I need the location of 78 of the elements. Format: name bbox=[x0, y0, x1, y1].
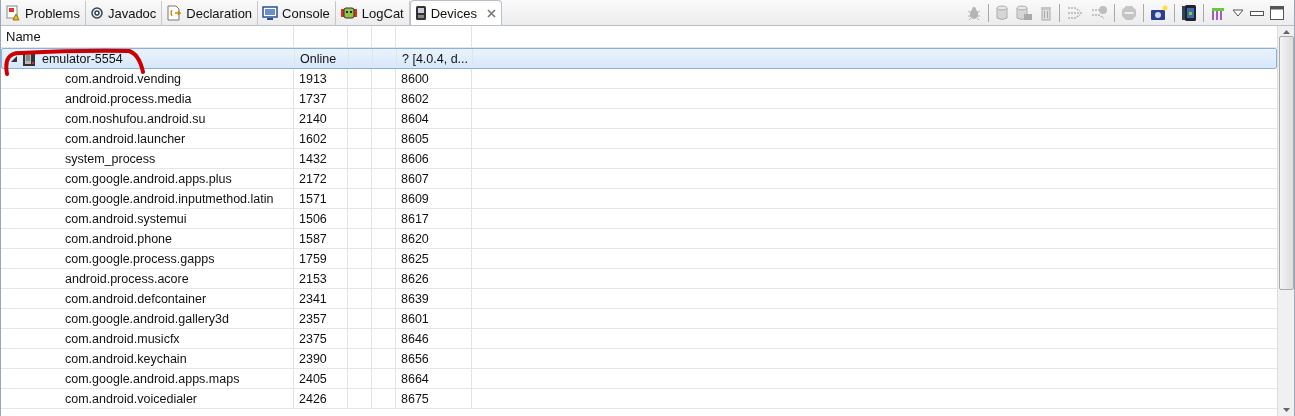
table-cell: 8620 bbox=[396, 229, 472, 248]
table-cell: com.android.launcher bbox=[65, 131, 186, 146]
device-row[interactable]: emulator-5554 Online ? [4.0.4, d... bbox=[1, 48, 1277, 69]
table-cell: com.android.vending bbox=[65, 71, 182, 86]
maximize-icon[interactable] bbox=[1270, 5, 1284, 20]
table-cell: ? [4.0.4, d... bbox=[397, 49, 473, 68]
table-cell: 8646 bbox=[396, 329, 472, 348]
view-tab[interactable]: Devices bbox=[409, 0, 502, 25]
table-cell: com.android.defcontainer bbox=[65, 291, 207, 306]
dropdown-icon[interactable] bbox=[1232, 7, 1244, 18]
table-cell: 8601 bbox=[396, 309, 472, 328]
table-cell: com.noshufou.android.su bbox=[65, 111, 206, 126]
table-cell: 8606 bbox=[396, 149, 472, 168]
table-cell: 1913 bbox=[294, 69, 348, 88]
device-name: emulator-5554 bbox=[42, 51, 123, 66]
table-cell: 2426 bbox=[294, 389, 348, 408]
scrollbar-thumb[interactable] bbox=[1278, 36, 1294, 290]
table-cell: com.google.android.apps.maps bbox=[65, 371, 240, 386]
table-cell: android.process.media bbox=[65, 91, 192, 106]
table-cell: 1737 bbox=[294, 89, 348, 108]
table-cell: 1432 bbox=[294, 149, 348, 168]
scroll-down-icon[interactable] bbox=[1282, 408, 1290, 412]
table-cell: 1571 bbox=[294, 189, 348, 208]
table-cell: 8656 bbox=[396, 349, 472, 368]
table-cell: 2153 bbox=[294, 269, 348, 288]
table-cell: 1759 bbox=[294, 249, 348, 268]
table-cell: 8617 bbox=[396, 209, 472, 228]
close-icon[interactable] bbox=[487, 8, 496, 18]
table-cell: 8626 bbox=[396, 269, 472, 288]
table-cell: com.android.voicedialer bbox=[65, 391, 197, 406]
table-cell: 8609 bbox=[396, 189, 472, 208]
table-cell: 1587 bbox=[294, 229, 348, 248]
table-cell: Online bbox=[295, 49, 349, 68]
view-tab[interactable]: Javadoc bbox=[85, 1, 163, 25]
table-cell: 8605 bbox=[396, 129, 472, 148]
view-tab[interactable]: Declaration bbox=[162, 1, 259, 25]
table-cell: 8664 bbox=[396, 369, 472, 388]
table-cell: 2140 bbox=[294, 109, 348, 128]
table-cell: 2341 bbox=[294, 289, 348, 308]
phone-icon bbox=[414, 5, 427, 21]
phone-screen-icon[interactable] bbox=[1181, 3, 1197, 22]
table-cell: com.google.android.inputmethod.latin bbox=[65, 191, 274, 206]
table-cell: 8602 bbox=[396, 89, 472, 108]
table-cell: android.process.acore bbox=[65, 271, 189, 286]
table-cell: com.android.musicfx bbox=[65, 331, 180, 346]
table-cell: com.android.systemui bbox=[65, 211, 187, 226]
monitor-icon bbox=[262, 5, 279, 21]
table-cell: 2172 bbox=[294, 169, 348, 188]
table-cell: 2390 bbox=[294, 349, 348, 368]
table-cell: 2405 bbox=[294, 369, 348, 388]
table-cell: 8604 bbox=[396, 109, 472, 128]
table-cell: com.google.android.gallery3d bbox=[65, 311, 229, 326]
table-cell: system_process bbox=[65, 151, 156, 166]
document-icon bbox=[166, 5, 183, 21]
table-cell: 1506 bbox=[294, 209, 348, 228]
table-cell: 8607 bbox=[396, 169, 472, 188]
problems-icon bbox=[5, 5, 21, 21]
android-icon bbox=[339, 5, 358, 21]
table-cell: com.google.process.gapps bbox=[65, 251, 215, 266]
table-cell: 8639 bbox=[396, 289, 472, 308]
scrollbar[interactable] bbox=[1277, 26, 1294, 416]
table-cell: com.google.android.apps.plus bbox=[65, 171, 232, 186]
scroll-up-icon[interactable] bbox=[1282, 30, 1290, 34]
column-header[interactable]: Name bbox=[1, 26, 294, 47]
view-tab[interactable]: LogCat bbox=[335, 1, 410, 25]
view-tab[interactable]: Problems bbox=[1, 1, 86, 25]
table-cell: 8625 bbox=[396, 249, 472, 268]
camera-icon[interactable] bbox=[1150, 4, 1168, 21]
view-tab[interactable]: Console bbox=[258, 1, 336, 25]
table-cell: 8600 bbox=[396, 69, 472, 88]
table-cell: 2375 bbox=[294, 329, 348, 348]
minimize-icon[interactable] bbox=[1250, 8, 1264, 17]
table-cell: 1602 bbox=[294, 129, 348, 148]
expand-triangle-icon[interactable] bbox=[10, 54, 18, 63]
table-cell: 2357 bbox=[294, 309, 348, 328]
table-cell: com.android.phone bbox=[65, 231, 173, 246]
table-cell: com.android.keychain bbox=[65, 351, 187, 366]
table-cell: 8675 bbox=[396, 389, 472, 408]
